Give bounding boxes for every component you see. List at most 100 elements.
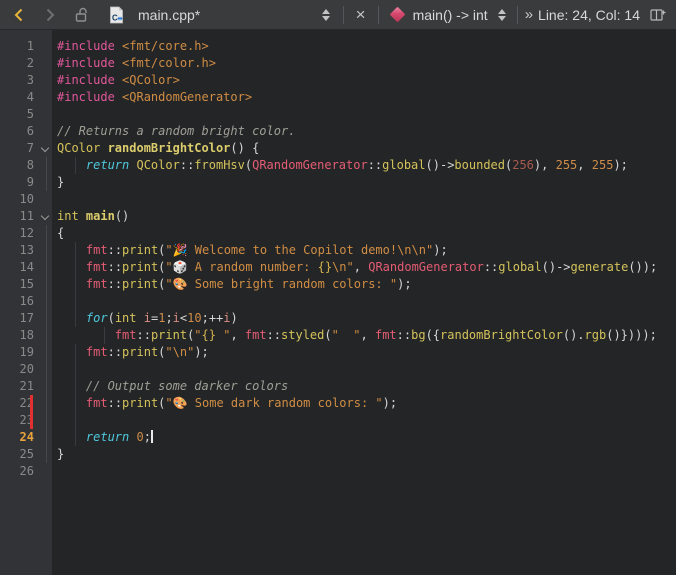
back-button[interactable] [8, 3, 28, 27]
code-text[interactable] [52, 293, 676, 310]
code-line[interactable]: 23 [0, 412, 676, 429]
code-text[interactable]: #include <fmt/color.h> [52, 55, 676, 72]
code-text[interactable] [52, 191, 676, 208]
gutter-cell[interactable]: 20 [0, 361, 52, 378]
code-line[interactable]: 12{ [0, 225, 676, 242]
code-line[interactable]: 2#include <fmt/color.h> [0, 55, 676, 72]
code-text[interactable]: #include <fmt/core.h> [52, 38, 676, 55]
line-number: 24 [20, 430, 34, 444]
gutter-cell[interactable]: 5 [0, 106, 52, 123]
code-line[interactable]: 9} [0, 174, 676, 191]
code-line[interactable]: 10 [0, 191, 676, 208]
gutter-cell[interactable]: 26 [0, 463, 52, 480]
code-editor[interactable]: 1 #include <fmt/core.h>2#include <fmt/col… [0, 30, 676, 575]
gutter-cell[interactable]: 6 [0, 123, 52, 140]
fold-chevron-icon[interactable] [41, 212, 49, 220]
code-line[interactable]: 1 #include <fmt/core.h> [0, 38, 676, 55]
gutter-cell[interactable]: 9 [0, 174, 52, 191]
code-line[interactable]: 26 [0, 463, 676, 480]
code-line[interactable]: 19 fmt::print("\n"); [0, 344, 676, 361]
token-pp: #include [57, 39, 122, 53]
document-dropdown-button[interactable] [316, 3, 336, 27]
code-line[interactable]: 18 fmt::print("{} ", fmt::styled(" ", fm… [0, 327, 676, 344]
code-text[interactable] [52, 361, 676, 378]
code-line[interactable]: 4#include <QRandomGenerator> [0, 89, 676, 106]
code-line[interactable]: 22 fmt::print("🎨 Some dark random colors… [0, 395, 676, 412]
line-number: 1 [27, 39, 34, 53]
gutter-cell[interactable]: 13 [0, 242, 52, 259]
gutter-cell[interactable]: 16 [0, 293, 52, 310]
fold-chevron-icon[interactable] [41, 144, 49, 152]
token-pun: , [230, 328, 244, 342]
symbol-dropdown-button[interactable]: main() -> int [386, 3, 510, 27]
close-document-button[interactable]: × [351, 3, 371, 27]
code-line[interactable]: 16 [0, 293, 676, 310]
code-text[interactable]: int main() [52, 208, 676, 225]
gutter-cell[interactable]: 25 [0, 446, 52, 463]
split-editor-button[interactable] [648, 3, 668, 27]
code-line[interactable]: 8 return QColor::fromHsv(QRandomGenerato… [0, 157, 676, 174]
code-line[interactable]: 5 [0, 106, 676, 123]
code-text[interactable]: for(int i=1;i<10;++i) [52, 310, 676, 327]
code-text[interactable]: #include <QRandomGenerator> [52, 89, 676, 106]
code-text[interactable]: // Returns a random bright color. [52, 123, 676, 140]
overflow-chevron-icon[interactable]: » [525, 6, 533, 23]
code-line[interactable]: 21 // Output some darker colors [0, 378, 676, 395]
code-line[interactable]: 20 [0, 361, 676, 378]
gutter-cell[interactable]: 22 [0, 395, 52, 412]
gutter-cell[interactable]: 23 [0, 412, 52, 429]
code-text[interactable]: // Output some darker colors [52, 378, 676, 395]
code-text[interactable]: return 0; [52, 429, 676, 446]
gutter-cell[interactable]: 10 [0, 191, 52, 208]
code-line[interactable]: 11int main() [0, 208, 676, 225]
code-text[interactable]: } [52, 446, 676, 463]
code-text[interactable] [52, 106, 676, 123]
gutter-cell[interactable]: 18 [0, 327, 52, 344]
code-line[interactable]: 14 fmt::print("🎲 A random number: {}\n",… [0, 259, 676, 276]
gutter-cell[interactable]: 14 [0, 259, 52, 276]
gutter-cell[interactable]: 4 [0, 89, 52, 106]
gutter-cell[interactable]: 12 [0, 225, 52, 242]
code-line[interactable]: 3#include <QColor> [0, 72, 676, 89]
code-line[interactable]: 17 for(int i=1;i<10;++i) [0, 310, 676, 327]
code-text[interactable]: fmt::print("🎲 A random number: {}\n", QR… [52, 259, 676, 276]
token-pun [57, 396, 86, 410]
code-line[interactable]: 13 fmt::print("🎉 Welcome to the Copilot … [0, 242, 676, 259]
gutter-cell[interactable]: 8 [0, 157, 52, 174]
forward-button[interactable] [40, 3, 60, 27]
gutter-cell[interactable]: 7 [0, 140, 52, 157]
gutter-cell[interactable]: 17 [0, 310, 52, 327]
indent-guide [75, 276, 76, 293]
gutter-cell[interactable]: 11 [0, 208, 52, 225]
code-line[interactable]: 24 return 0; [0, 429, 676, 446]
code-text[interactable]: fmt::print("🎨 Some bright random colors:… [52, 276, 676, 293]
gutter-cell[interactable]: 21 [0, 378, 52, 395]
token-fn: generate [571, 260, 629, 274]
code-text[interactable]: fmt::print("{} ", fmt::styled(" ", fmt::… [52, 327, 676, 344]
lock-button[interactable] [72, 3, 92, 27]
token-str: \n" [332, 260, 354, 274]
code-text[interactable]: return QColor::fromHsv(QRandomGenerator:… [52, 157, 676, 174]
gutter-cell[interactable]: 3 [0, 72, 52, 89]
gutter-cell[interactable]: 2 [0, 55, 52, 72]
code-line[interactable]: 25} [0, 446, 676, 463]
code-line[interactable]: 15 fmt::print("🎨 Some bright random colo… [0, 276, 676, 293]
gutter-cell[interactable]: 15 [0, 276, 52, 293]
code-text[interactable]: fmt::print("\n"); [52, 344, 676, 361]
gutter-cell[interactable]: 24 [0, 429, 52, 446]
indent-guide [104, 327, 105, 344]
code-text[interactable]: #include <QColor> [52, 72, 676, 89]
code-text[interactable]: } [52, 174, 676, 191]
document-title[interactable]: main.cpp* [138, 7, 200, 23]
code-text[interactable] [52, 463, 676, 480]
gutter-cell[interactable]: 19 [0, 344, 52, 361]
code-text[interactable]: { [52, 225, 676, 242]
code-text[interactable]: fmt::print("🎨 Some dark random colors: "… [52, 395, 676, 412]
code-line[interactable]: 7QColor randomBrightColor() { [0, 140, 676, 157]
code-text[interactable]: QColor randomBrightColor() { [52, 140, 676, 157]
gutter-cell[interactable]: 1 [0, 38, 52, 55]
code-text[interactable]: fmt::print("🎉 Welcome to the Copilot dem… [52, 242, 676, 259]
fold-scope-line [46, 157, 47, 174]
code-text[interactable] [52, 412, 676, 429]
code-line[interactable]: 6// Returns a random bright color. [0, 123, 676, 140]
